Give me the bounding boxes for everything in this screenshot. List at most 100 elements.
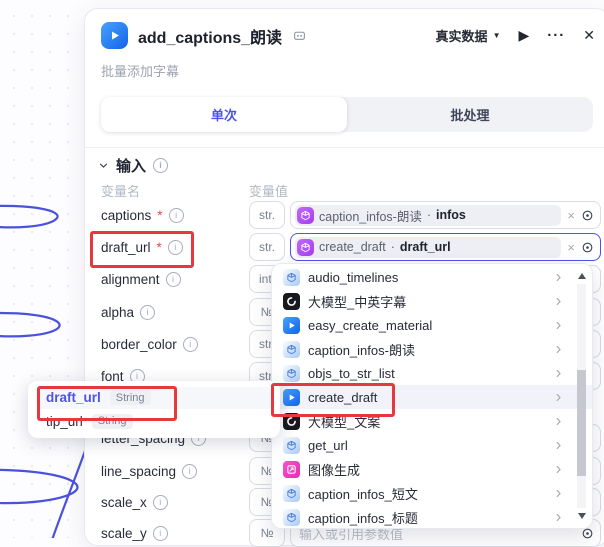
type-badge[interactable]: str. <box>249 233 285 261</box>
reference-target-icon[interactable] <box>581 209 594 222</box>
close-button[interactable]: ✕ <box>583 27 595 44</box>
dropdown-item-create-draft[interactable]: create_draft <box>272 385 592 409</box>
reference-target-icon[interactable] <box>581 241 594 254</box>
required-mark: * <box>157 240 162 255</box>
cube-icon <box>283 509 300 526</box>
value-row-draft-url: str. create_draft · draft_url × <box>249 233 601 261</box>
type-badge[interactable]: str. <box>249 201 285 229</box>
chevron-down-icon: ▼ <box>493 31 501 40</box>
data-mode-label: 真实数据 <box>436 26 488 45</box>
dropdown-item-image-gen[interactable]: 图像生成 <box>272 457 592 481</box>
more-options-button[interactable]: ··· <box>547 27 565 44</box>
data-mode-dropdown[interactable]: 真实数据 ▼ <box>436 26 501 45</box>
llm-icon <box>283 293 300 310</box>
chevron-down-icon[interactable] <box>98 160 109 171</box>
dropdown-item-audio-timelines[interactable]: audio_timelines <box>272 265 592 289</box>
clear-icon[interactable]: × <box>567 240 575 255</box>
dropdown-scrollbar[interactable] <box>576 273 587 519</box>
info-icon[interactable]: i <box>140 305 155 320</box>
chevron-right-icon[interactable] <box>553 512 564 523</box>
dropdown-item-llm-copy[interactable]: 大模型_文案 <box>272 409 592 433</box>
node-select-dropdown: audio_timelines 大模型_中英字幕 easy_create_mat… <box>271 263 593 529</box>
info-icon[interactable]: i <box>166 272 181 287</box>
dropdown-item-easy-create-material[interactable]: easy_create_material <box>272 313 592 337</box>
chevron-right-icon[interactable] <box>553 368 564 379</box>
param-name-scale-y: scale_yi <box>101 524 168 542</box>
chevron-right-icon[interactable] <box>553 344 564 355</box>
plugin-icon <box>283 317 300 334</box>
reference-separator: · <box>391 240 395 254</box>
info-icon[interactable]: i <box>183 337 198 352</box>
dropdown-item-caption-infos-langdu[interactable]: caption_infos-朗读 <box>272 337 592 361</box>
info-icon[interactable]: i <box>168 240 183 255</box>
llm-icon <box>283 413 300 430</box>
param-name-line-spacing: line_spacingi <box>101 462 197 480</box>
chevron-right-icon[interactable] <box>553 440 564 451</box>
submenu-item-tip-url[interactable]: tip_url String <box>36 410 272 432</box>
scroll-down-icon[interactable] <box>578 513 586 519</box>
node-config-panel: add_captions_朗读 真实数据 ▼ ▶ ··· ✕ 批量添加字幕 单次… <box>84 8 604 546</box>
value-input-draft-url[interactable]: create_draft · draft_url × <box>290 233 601 261</box>
node-subtitle: 批量添加字幕 <box>101 61 179 80</box>
chevron-right-icon[interactable] <box>553 296 564 307</box>
chevron-right-icon[interactable] <box>553 272 564 283</box>
column-header-name: 变量名 <box>101 181 140 200</box>
chevron-right-icon[interactable] <box>553 416 564 427</box>
reference-tag[interactable]: caption_infos-朗读 · infos <box>295 205 561 226</box>
dropdown-item-caption-infos-biaoti[interactable]: caption_infos_标题 <box>272 505 592 529</box>
cube-icon <box>283 365 300 382</box>
scrollbar-thumb[interactable] <box>577 370 586 476</box>
comment-icon[interactable] <box>293 29 306 42</box>
tab-single[interactable]: 单次 <box>101 97 347 132</box>
reference-tag[interactable]: create_draft · draft_url <box>295 237 561 258</box>
chevron-right-icon[interactable] <box>553 488 564 499</box>
value-input-captions[interactable]: caption_infos-朗读 · infos × <box>290 201 601 229</box>
divider <box>85 147 604 148</box>
dropdown-item-llm-subtitles[interactable]: 大模型_中英字幕 <box>272 289 592 313</box>
param-name-alpha: alphai <box>101 303 155 321</box>
mode-tabs: 单次 批处理 <box>101 97 593 132</box>
plugin-icon <box>283 389 300 406</box>
info-icon[interactable]: i <box>153 495 168 510</box>
scrollbar-track[interactable] <box>577 284 586 508</box>
dropdown-item-caption-infos-duanwen[interactable]: caption_infos_短文 <box>272 481 592 505</box>
required-mark: * <box>157 208 162 223</box>
panel-header: add_captions_朗读 真实数据 ▼ ▶ ··· ✕ <box>101 22 595 49</box>
reference-field-name: infos <box>436 208 466 222</box>
input-section-header[interactable]: 输入 i <box>98 155 168 176</box>
cube-icon <box>297 239 314 256</box>
input-section-title: 输入 <box>116 155 146 176</box>
type-label: String <box>110 390 151 405</box>
chevron-right-icon[interactable] <box>553 392 564 403</box>
dropdown-item-objs-to-str-list[interactable]: objs_to_str_list <box>272 361 592 385</box>
plugin-icon <box>101 22 128 49</box>
cube-icon <box>283 341 300 358</box>
chevron-right-icon[interactable] <box>553 320 564 331</box>
column-header-value: 变量值 <box>249 181 288 200</box>
cube-icon <box>283 269 300 286</box>
chevron-right-icon[interactable] <box>553 464 564 475</box>
reference-separator: · <box>427 208 431 222</box>
info-icon[interactable]: i <box>153 158 168 173</box>
info-icon[interactable]: i <box>153 526 168 541</box>
info-icon[interactable]: i <box>169 208 184 223</box>
clear-icon[interactable]: × <box>567 208 575 223</box>
param-name-scale-x: scale_xi <box>101 493 168 511</box>
reference-field-name: draft_url <box>400 240 451 254</box>
reference-node-name: create_draft <box>319 240 386 254</box>
type-label: String <box>92 414 133 429</box>
scroll-up-icon[interactable] <box>578 273 586 279</box>
field-submenu: draft_url String tip_url String <box>28 381 280 438</box>
cube-icon <box>297 207 314 224</box>
param-name-alignment: alignmenti <box>101 270 181 288</box>
info-icon[interactable]: i <box>182 464 197 479</box>
value-row-captions: str. caption_infos-朗读 · infos × <box>249 201 601 229</box>
run-button[interactable]: ▶ <box>518 27 529 44</box>
submenu-item-draft-url[interactable]: draft_url String <box>36 387 272 409</box>
param-name-captions: captions*i <box>101 206 184 224</box>
cube-icon <box>283 485 300 502</box>
param-name-draft-url: draft_url*i <box>101 238 183 256</box>
image-icon <box>283 461 300 478</box>
dropdown-item-get-url[interactable]: get_url <box>272 433 592 457</box>
tab-batch[interactable]: 批处理 <box>347 97 593 132</box>
